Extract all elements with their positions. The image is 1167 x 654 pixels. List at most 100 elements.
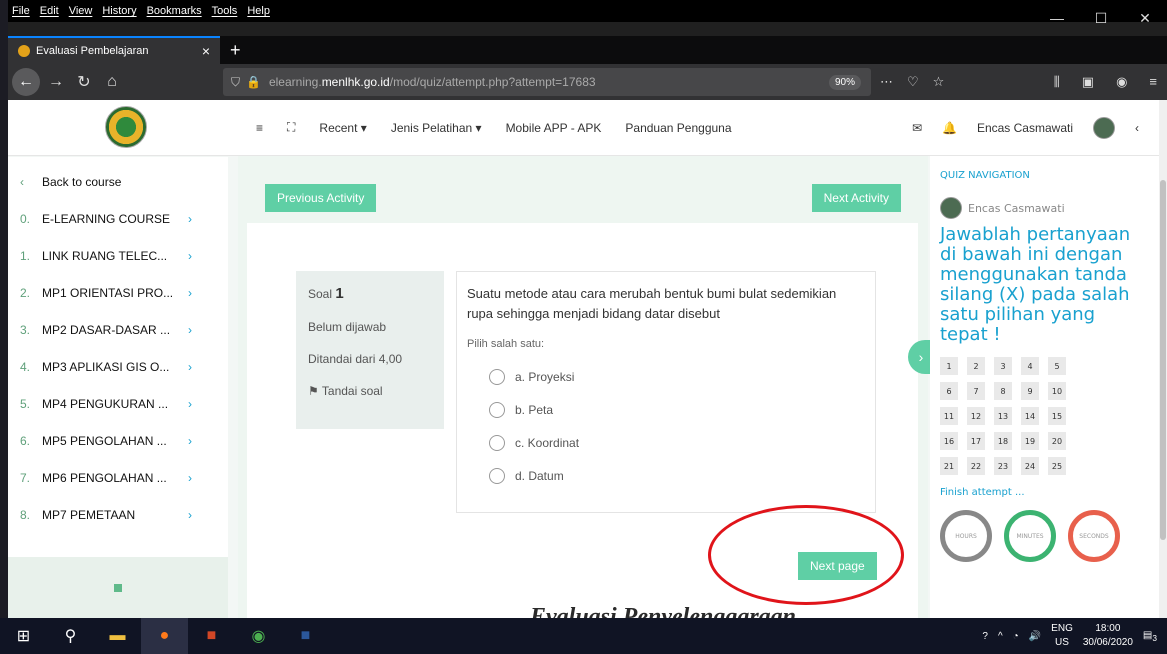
question-link-17[interactable]: 17 bbox=[967, 432, 985, 450]
question-link-7[interactable]: 7 bbox=[967, 382, 985, 400]
sidebar-item-6[interactable]: 6. MP5 PENGOLAHAN ... › bbox=[8, 422, 228, 459]
radio-button[interactable] bbox=[489, 467, 505, 484]
question-link-24[interactable]: 24 bbox=[1021, 457, 1039, 475]
sidebar-item-0[interactable]: 0. E-LEARNING COURSE › bbox=[8, 200, 228, 237]
finish-attempt-link[interactable]: Finish attempt ... bbox=[940, 487, 1149, 498]
menu-hamburger-icon[interactable]: ≡ bbox=[1149, 74, 1157, 90]
address-bar[interactable]: ⛉ 🔒 elearning. menlhk.go.id/mod/quiz/atte… bbox=[223, 68, 871, 96]
zoom-indicator[interactable]: 90% bbox=[828, 74, 861, 90]
archive-icon[interactable] bbox=[114, 583, 122, 592]
close-window-button[interactable]: ✕ bbox=[1123, 0, 1167, 36]
pocket-icon[interactable]: ♡ bbox=[907, 74, 919, 90]
new-tab-button[interactable]: + bbox=[220, 36, 251, 64]
sidebar-item-1[interactable]: 1. LINK RUANG TELEC... › bbox=[8, 237, 228, 274]
nav-jenis-pelatihan[interactable]: Jenis Pelatihan ▾ bbox=[391, 121, 482, 135]
sidebar-icon[interactable]: ▣ bbox=[1082, 74, 1094, 90]
question-link-23[interactable]: 23 bbox=[994, 457, 1012, 475]
question-link-2[interactable]: 2 bbox=[967, 357, 985, 375]
question-link-8[interactable]: 8 bbox=[994, 382, 1012, 400]
start-windows-icon[interactable]: ⊞ bbox=[0, 618, 47, 654]
maximize-button[interactable]: ☐ bbox=[1079, 0, 1123, 36]
nav-recent[interactable]: Recent ▾ bbox=[319, 121, 366, 135]
minimize-button[interactable]: — bbox=[1035, 0, 1079, 36]
reload-button[interactable]: ↻ bbox=[70, 72, 98, 92]
account-icon[interactable]: ◉ bbox=[1116, 74, 1127, 90]
file-explorer-icon[interactable]: ▬ bbox=[94, 618, 141, 654]
question-link-10[interactable]: 10 bbox=[1048, 382, 1066, 400]
page-scrollbar[interactable] bbox=[1159, 100, 1167, 618]
menu-help[interactable]: Help bbox=[247, 5, 270, 17]
chrome-icon[interactable]: ◉ bbox=[235, 618, 282, 654]
sidebar-item-2[interactable]: 2. MP1 ORIENTASI PRO... › bbox=[8, 274, 228, 311]
radio-button[interactable] bbox=[489, 368, 505, 385]
question-link-22[interactable]: 22 bbox=[967, 457, 985, 475]
question-link-19[interactable]: 19 bbox=[1021, 432, 1039, 450]
help-icon[interactable]: ? bbox=[982, 631, 988, 642]
notification-icon[interactable]: ▤3 bbox=[1143, 630, 1157, 643]
powerpoint-icon[interactable]: ■ bbox=[188, 618, 235, 654]
home-button[interactable]: ⌂ bbox=[98, 73, 126, 91]
sidebar-item-4[interactable]: 4. MP3 APLIKASI GIS O... › bbox=[8, 348, 228, 385]
option-a[interactable]: a. Proyeksi bbox=[467, 360, 865, 393]
next-activity-button[interactable]: Next Activity bbox=[811, 184, 901, 212]
question-link-6[interactable]: 6 bbox=[940, 382, 958, 400]
menu-edit[interactable]: Edit bbox=[40, 5, 59, 17]
firefox-icon[interactable]: ● bbox=[141, 618, 188, 654]
question-link-1[interactable]: 1 bbox=[940, 357, 958, 375]
question-link-9[interactable]: 9 bbox=[1021, 382, 1039, 400]
sidebar-item-3[interactable]: 3. MP2 DASAR-DASAR ... › bbox=[8, 311, 228, 348]
question-link-16[interactable]: 16 bbox=[940, 432, 958, 450]
question-link-25[interactable]: 25 bbox=[1048, 457, 1066, 475]
question-link-13[interactable]: 13 bbox=[994, 407, 1012, 425]
back-to-course[interactable]: ‹ Back to course bbox=[8, 163, 228, 200]
question-link-11[interactable]: 11 bbox=[940, 407, 958, 425]
search-icon[interactable]: ⚲ bbox=[47, 618, 94, 654]
menu-history[interactable]: History bbox=[102, 5, 136, 17]
menu-view[interactable]: View bbox=[69, 5, 93, 17]
option-b[interactable]: b. Peta bbox=[467, 393, 865, 426]
shield-icon[interactable]: ⛉ bbox=[231, 75, 240, 90]
forward-button[interactable]: → bbox=[42, 73, 70, 91]
option-d[interactable]: d. Datum bbox=[467, 459, 865, 492]
drawer-toggle-icon[interactable]: ‹ bbox=[1135, 121, 1139, 135]
option-c[interactable]: c. Koordinat bbox=[467, 426, 865, 459]
menu-file[interactable]: File bbox=[12, 5, 30, 17]
menu-tools[interactable]: Tools bbox=[212, 5, 238, 17]
clock[interactable]: 18:00 30/06/2020 bbox=[1083, 622, 1133, 650]
question-link-21[interactable]: 21 bbox=[940, 457, 958, 475]
question-link-5[interactable]: 5 bbox=[1048, 357, 1066, 375]
chevron-up-icon[interactable]: ^ bbox=[998, 631, 1003, 642]
volume-icon[interactable]: 🔊 bbox=[1029, 631, 1041, 642]
language-indicator[interactable]: ENG US bbox=[1051, 622, 1073, 650]
network-icon[interactable]: ◔ bbox=[1013, 631, 1019, 642]
library-icon[interactable]: ⫼ bbox=[1054, 74, 1060, 90]
question-link-20[interactable]: 20 bbox=[1048, 432, 1066, 450]
radio-button[interactable] bbox=[489, 401, 505, 418]
menu-bookmarks[interactable]: Bookmarks bbox=[147, 5, 202, 17]
user-name[interactable]: Encas Casmawati bbox=[977, 121, 1073, 135]
nav-toggle-icon[interactable]: ≡ bbox=[256, 121, 263, 135]
sidebar-item-8[interactable]: 8. MP7 PEMETAAN › bbox=[8, 496, 228, 533]
nav-mobile-app[interactable]: Mobile APP - APK bbox=[506, 121, 602, 135]
scrollbar-thumb[interactable] bbox=[1160, 180, 1166, 540]
tab-evaluasi[interactable]: Evaluasi Pembelajaran × bbox=[8, 36, 220, 64]
question-link-4[interactable]: 4 bbox=[1021, 357, 1039, 375]
nav-panduan[interactable]: Panduan Pengguna bbox=[625, 121, 731, 135]
messages-icon[interactable]: ✉ bbox=[912, 121, 922, 135]
bookmark-star-icon[interactable]: ☆ bbox=[933, 74, 945, 90]
previous-activity-button[interactable]: Previous Activity bbox=[265, 184, 377, 212]
insecure-lock-icon[interactable]: 🔒 bbox=[246, 75, 261, 89]
fullscreen-icon[interactable]: ⛶ bbox=[287, 120, 295, 135]
flag-question[interactable]: ⚑ Tandai soal bbox=[308, 384, 432, 398]
word-icon[interactable]: ■ bbox=[282, 618, 329, 654]
site-logo[interactable] bbox=[105, 106, 147, 148]
sidebar-item-5[interactable]: 5. MP4 PENGUKURAN ... › bbox=[8, 385, 228, 422]
question-link-15[interactable]: 15 bbox=[1048, 407, 1066, 425]
question-link-14[interactable]: 14 bbox=[1021, 407, 1039, 425]
tab-close-icon[interactable]: × bbox=[202, 43, 210, 59]
notifications-icon[interactable]: 🔔 bbox=[942, 121, 957, 135]
page-actions-icon[interactable]: ⋯ bbox=[880, 74, 893, 90]
radio-button[interactable] bbox=[489, 434, 505, 451]
question-link-18[interactable]: 18 bbox=[994, 432, 1012, 450]
back-button[interactable]: ← bbox=[12, 68, 40, 96]
